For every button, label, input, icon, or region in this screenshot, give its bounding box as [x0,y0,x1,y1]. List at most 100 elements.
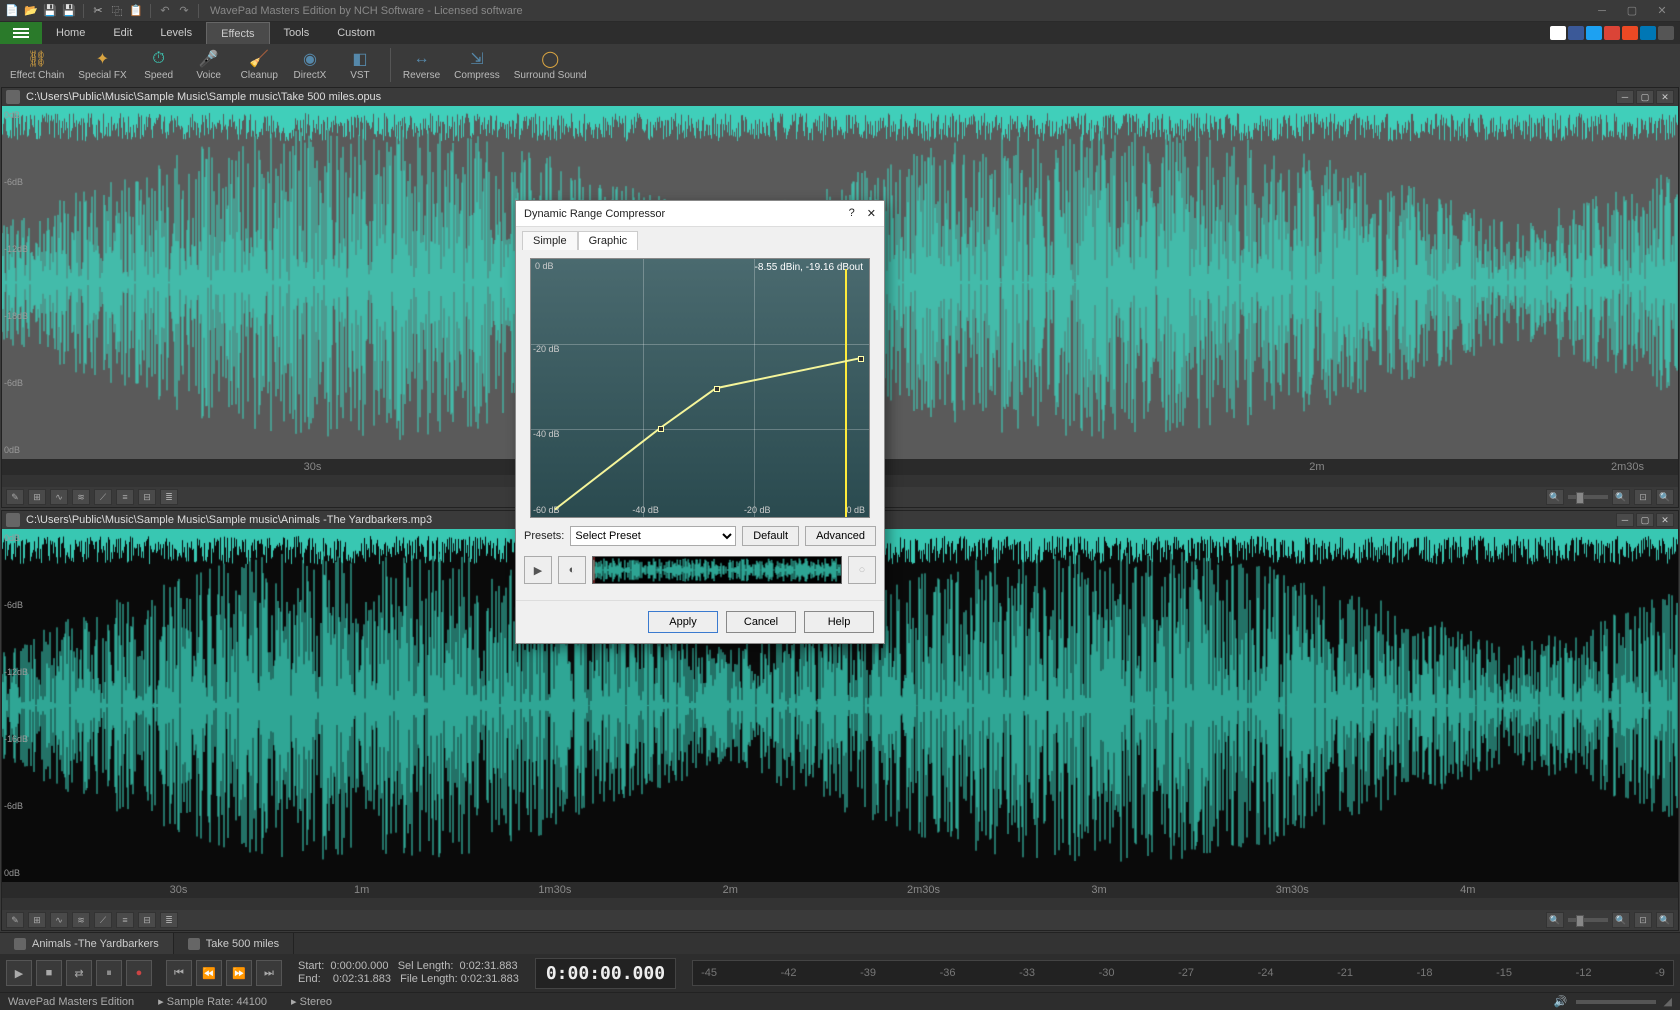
tool-6[interactable]: ≡ [116,912,134,928]
menu-home[interactable]: Home [42,22,99,44]
loop-button[interactable]: ⇄ [66,960,92,986]
effect-chain-button[interactable]: ⛓Effect Chain [4,45,70,85]
cursor-tool[interactable]: ✎ [6,489,24,505]
zoom-sel-button[interactable]: 🔍 [1656,489,1674,505]
speed-button[interactable]: ⏱Speed [135,45,183,85]
dialog-titlebar[interactable]: Dynamic Range Compressor ? ✕ [516,201,884,227]
twitter-icon[interactable] [1586,26,1602,40]
curve-point-3[interactable] [858,356,864,362]
curve-point-2[interactable] [714,386,720,392]
preview-stop-button[interactable]: ○ [848,556,876,584]
menu-tools[interactable]: Tools [270,22,324,44]
copy-icon[interactable]: ⿻ [109,3,125,19]
save-icon[interactable]: 💾 [42,3,58,19]
zoom-out-button[interactable]: 🔍 [1546,489,1564,505]
forward-button[interactable]: ⏩ [226,960,252,986]
track-close-button[interactable]: ✕ [1656,90,1674,104]
menu-effects[interactable]: Effects [206,22,269,44]
tool-7[interactable]: ⊟ [138,912,156,928]
like-icon[interactable] [1550,26,1566,40]
apply-button[interactable]: Apply [648,611,718,633]
minimize-button[interactable]: ─ [1588,2,1616,20]
pause-button[interactable]: ⏸ [96,960,122,986]
share-icon[interactable] [1658,26,1674,40]
tool-5[interactable]: ⟋ [94,489,112,505]
zoom-sel-button[interactable]: 🔍 [1656,912,1674,928]
tool-5[interactable]: ⟋ [94,912,112,928]
advanced-button[interactable]: Advanced [805,526,876,546]
zoom-out-button[interactable]: 🔍 [1546,912,1564,928]
stumble-icon[interactable] [1622,26,1638,40]
tool-8[interactable]: ≣ [160,489,178,505]
tool-6[interactable]: ≡ [116,489,134,505]
compressor-graph[interactable]: -8.55 dBin, -19.16 dBout 0 dB -20 dB -40… [530,258,870,518]
tool-4[interactable]: ≋ [72,489,90,505]
select-tool[interactable]: ⊞ [28,912,46,928]
skip-end-button[interactable]: ⏭ [256,960,282,986]
google-icon[interactable] [1604,26,1620,40]
zoom-fit-button[interactable]: ⊡ [1634,489,1652,505]
vst-button[interactable]: ◧VST [336,45,384,85]
special-fx-button[interactable]: ✦Special FX [72,45,132,85]
cut-icon[interactable]: ✂ [90,3,106,19]
preview-loop-button[interactable]: ◐ [558,556,586,584]
scrub-tool[interactable]: ∿ [50,912,68,928]
track-2-timeline[interactable]: 30s 1m 1m30s 2m 2m30s 3m 3m30s 4m [2,882,1678,898]
surround-button[interactable]: ◯Surround Sound [508,45,593,85]
undo-icon[interactable]: ↶ [157,3,173,19]
close-icon[interactable]: ✕ [867,207,876,220]
tab-take-500[interactable]: Take 500 miles [174,933,294,954]
directx-button[interactable]: ◉DirectX [286,45,334,85]
cancel-button[interactable]: Cancel [726,611,796,633]
compress-button[interactable]: ⇲Compress [448,45,506,85]
rewind-button[interactable]: ⏪ [196,960,222,986]
zoom-in-button[interactable]: 🔍 [1612,489,1630,505]
volume-slider[interactable] [1576,1000,1656,1004]
record-button[interactable]: ● [126,960,152,986]
zoom-slider[interactable] [1568,495,1608,499]
track-2-scrollbar[interactable] [2,898,1678,910]
menu-custom[interactable]: Custom [323,22,389,44]
scrub-tool[interactable]: ∿ [50,489,68,505]
save-all-icon[interactable]: 💾 [61,3,77,19]
stop-button[interactable]: ■ [36,960,62,986]
select-tool[interactable]: ⊞ [28,489,46,505]
maximize-button[interactable]: ▢ [1618,2,1646,20]
preview-play-button[interactable]: ▶ [524,556,552,584]
linkedin-icon[interactable] [1640,26,1656,40]
menu-edit[interactable]: Edit [99,22,146,44]
help-button[interactable]: Help [804,611,874,633]
reverse-button[interactable]: ↔Reverse [397,45,446,85]
redo-icon[interactable]: ↷ [176,3,192,19]
zoom-slider[interactable] [1568,918,1608,922]
new-file-icon[interactable]: 📄 [4,3,20,19]
zoom-fit-button[interactable]: ⊡ [1634,912,1652,928]
play-button[interactable]: ▶ [6,960,32,986]
tab-animals[interactable]: Animals -The Yardbarkers [0,933,174,954]
resize-grip-icon[interactable]: ◢ [1664,995,1672,1008]
cursor-tool[interactable]: ✎ [6,912,24,928]
facebook-icon[interactable] [1568,26,1584,40]
tool-7[interactable]: ⊟ [138,489,156,505]
curve-point-1[interactable] [658,426,664,432]
skip-start-button[interactable]: ⏮ [166,960,192,986]
tool-8[interactable]: ≣ [160,912,178,928]
zoom-in-button[interactable]: 🔍 [1612,912,1630,928]
menu-levels[interactable]: Levels [146,22,206,44]
volume-icon[interactable]: 🔊 [1554,995,1568,1008]
voice-button[interactable]: 🎤Voice [185,45,233,85]
track-maximize-button[interactable]: ▢ [1636,513,1654,527]
preset-select[interactable]: Select Preset [570,526,736,546]
tool-4[interactable]: ≋ [72,912,90,928]
default-button[interactable]: Default [742,526,799,546]
track-minimize-button[interactable]: ─ [1616,90,1634,104]
track-minimize-button[interactable]: ─ [1616,513,1634,527]
paste-icon[interactable]: 📋 [128,3,144,19]
tab-simple[interactable]: Simple [522,231,578,250]
close-button[interactable]: ✕ [1648,2,1676,20]
cleanup-button[interactable]: 🧹Cleanup [235,45,284,85]
track-maximize-button[interactable]: ▢ [1636,90,1654,104]
track-close-button[interactable]: ✕ [1656,513,1674,527]
open-file-icon[interactable]: 📂 [23,3,39,19]
help-icon[interactable]: ? [849,207,855,220]
